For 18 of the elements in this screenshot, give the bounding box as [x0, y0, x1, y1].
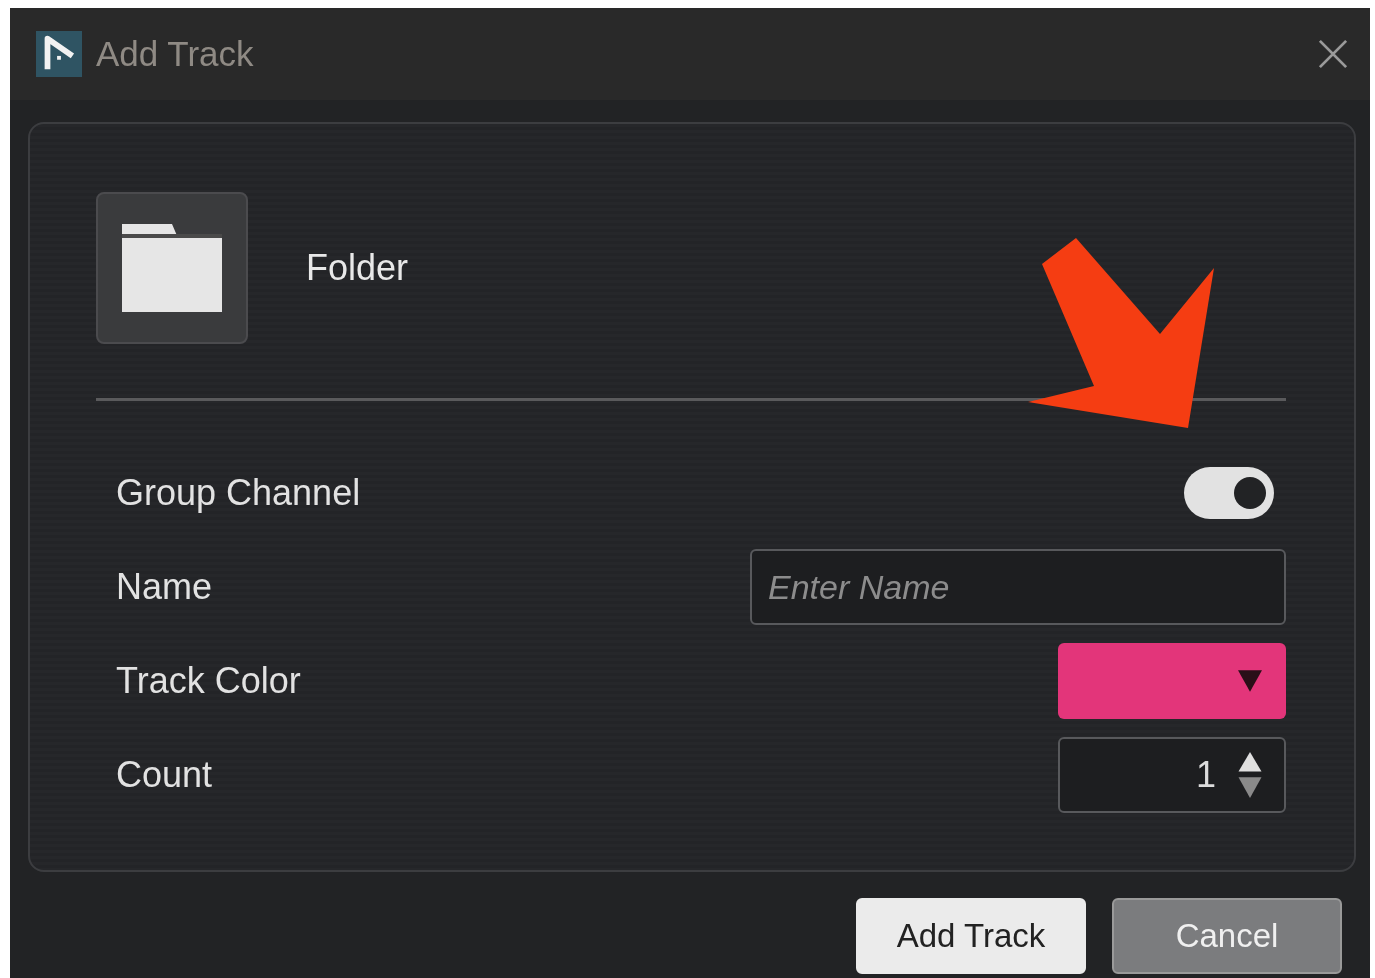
track-type-label: Folder — [306, 247, 409, 289]
folder-tile[interactable] — [96, 192, 248, 344]
spinner-arrows-icon — [1238, 752, 1262, 798]
cancel-button[interactable]: Cancel — [1112, 898, 1342, 974]
count-spinbox[interactable]: 1 — [1058, 737, 1286, 813]
folder-icon — [122, 224, 222, 312]
window-title: Add Track — [96, 34, 255, 74]
color-dropdown[interactable] — [1058, 643, 1286, 719]
field-label: Count — [116, 754, 213, 796]
toggle-switch[interactable] — [1184, 467, 1274, 519]
field-label: Name — [116, 566, 213, 608]
field-label: Track Color — [116, 660, 301, 702]
app-logo-icon — [36, 31, 82, 77]
field-label: Group Channel — [116, 472, 361, 514]
add-track-button[interactable]: Add Track — [856, 898, 1086, 974]
name-field[interactable]: Enter Name — [750, 549, 1286, 625]
close-icon[interactable] — [1318, 39, 1348, 69]
caret-icon — [1238, 670, 1262, 692]
